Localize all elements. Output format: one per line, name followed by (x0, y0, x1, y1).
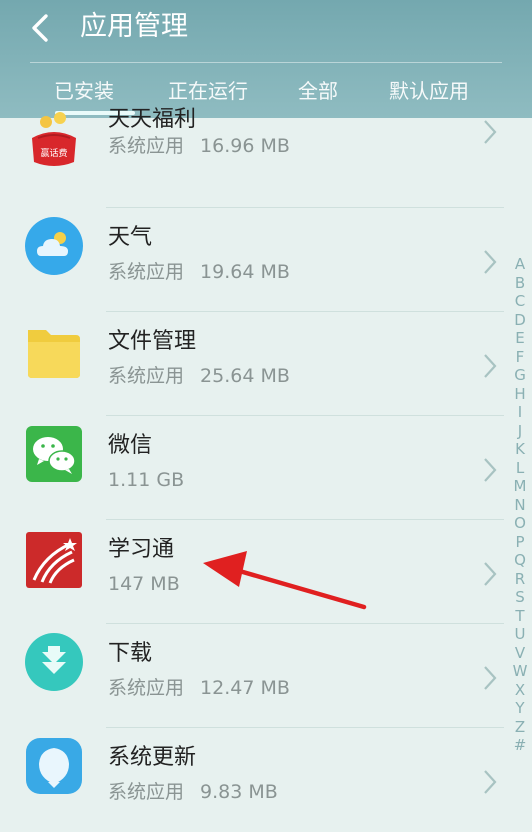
annotation-arrow-icon (203, 551, 367, 610)
